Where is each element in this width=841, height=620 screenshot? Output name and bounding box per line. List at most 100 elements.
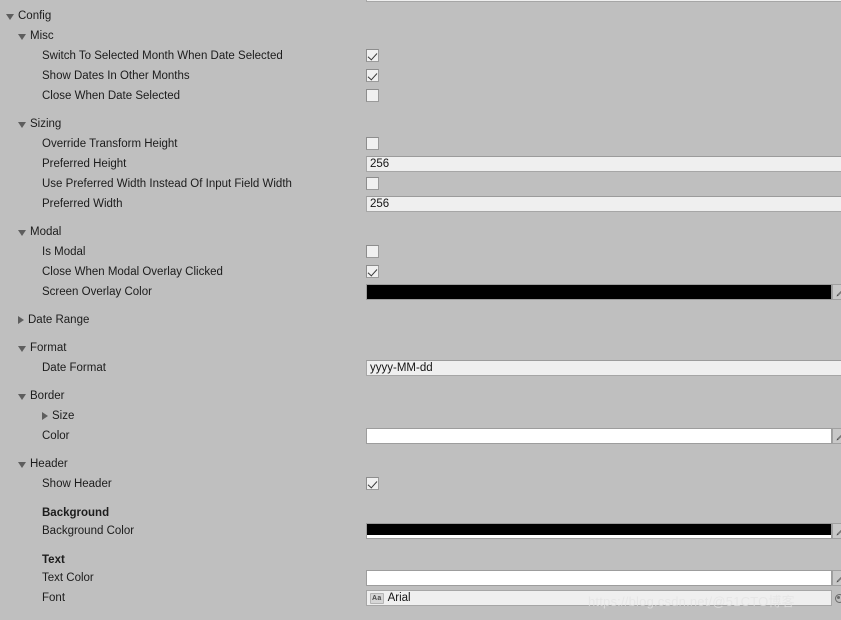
row-header: Header	[0, 454, 841, 474]
eyedropper-icon-border-color[interactable]	[832, 428, 841, 444]
font-asset-icon: Aa	[370, 592, 384, 604]
row-size: Size	[0, 406, 841, 426]
label-override-height: Override Transform Height	[42, 138, 178, 150]
checkbox-show-header[interactable]	[366, 477, 379, 490]
row-preferred-height: Preferred Height 256	[0, 154, 841, 174]
triangle-right-icon[interactable]	[42, 412, 48, 420]
row-text-head: Text	[0, 550, 841, 570]
triangle-right-icon[interactable]	[18, 316, 24, 324]
row-close-on-select: Close When Date Selected	[0, 86, 841, 106]
checkbox-close-on-overlay[interactable]	[366, 265, 379, 278]
label-show-other-months: Show Dates In Other Months	[42, 70, 190, 82]
object-picker-icon-font[interactable]	[832, 590, 841, 606]
triangle-down-icon[interactable]	[18, 462, 26, 468]
label-date-format: Date Format	[42, 362, 106, 374]
label-preferred-height: Preferred Height	[42, 158, 127, 170]
label-preferred-width: Preferred Width	[42, 198, 123, 210]
label-close-on-overlay: Close When Modal Overlay Clicked	[42, 266, 223, 278]
foldout-sizing[interactable]: Sizing	[18, 114, 61, 134]
row-background-color: Background Color	[0, 521, 841, 541]
foldout-header[interactable]: Header	[18, 454, 68, 474]
color-field-overlay-color[interactable]	[366, 284, 832, 300]
label-size: Size	[52, 410, 75, 422]
row-preferred-width: Preferred Width 256	[0, 194, 841, 214]
foldout-size[interactable]: Size	[42, 406, 74, 426]
label-format: Format	[30, 342, 67, 354]
label-use-preferred-w: Use Preferred Width Instead Of Input Fie…	[42, 178, 292, 190]
checkbox-use-preferred-w[interactable]	[366, 177, 379, 190]
row-sizing: Sizing	[0, 114, 841, 134]
label-show-header: Show Header	[42, 478, 112, 490]
row-text-color: Text Color	[0, 568, 841, 588]
object-field-font[interactable]: Aa Arial	[366, 590, 832, 606]
row-is-modal: Is Modal	[0, 242, 841, 262]
foldout-misc[interactable]: Misc	[18, 26, 54, 46]
row-overlay-color: Screen Overlay Color	[0, 282, 841, 302]
triangle-down-icon[interactable]	[6, 14, 14, 20]
triangle-down-icon[interactable]	[18, 346, 26, 352]
label-background-head: Background	[42, 507, 110, 519]
triangle-down-icon[interactable]	[18, 394, 26, 400]
checkbox-is-modal[interactable]	[366, 245, 379, 258]
row-show-header: Show Header	[0, 474, 841, 494]
label-date-range: Date Range	[28, 314, 90, 326]
label-text-color: Text Color	[42, 572, 94, 584]
checkbox-override-height[interactable]	[366, 137, 379, 150]
input-date-format[interactable]: yyyy-MM-dd	[366, 360, 841, 376]
row-border-color: Color	[0, 426, 841, 446]
foldout-modal[interactable]: Modal	[18, 222, 61, 242]
row-use-preferred-w: Use Preferred Width Instead Of Input Fie…	[0, 174, 841, 194]
eyedropper-icon-background-color[interactable]	[832, 523, 841, 539]
color-field-background-color[interactable]	[366, 523, 832, 539]
color-field-text-color[interactable]	[366, 570, 832, 586]
triangle-down-icon[interactable]	[18, 230, 26, 236]
row-background-head: Background	[0, 503, 841, 523]
eyedropper-icon-overlay-color[interactable]	[832, 284, 841, 300]
row-switch-to-month: Switch To Selected Month When Date Selec…	[0, 46, 841, 66]
foldout-format[interactable]: Format	[18, 338, 66, 358]
color-swatch-border-color[interactable]	[367, 429, 831, 443]
object-field-value-font: Arial	[387, 592, 411, 604]
label-close-on-select: Close When Date Selected	[42, 90, 181, 102]
input-preferred-width[interactable]: 256	[366, 196, 841, 212]
label-border: Border	[30, 390, 65, 402]
label-config: Config	[18, 10, 52, 22]
color-swatch-text-color[interactable]	[367, 571, 831, 585]
checkbox-switch-to-month[interactable]	[366, 49, 379, 62]
label-background-color: Background Color	[42, 525, 135, 537]
label-font: Font	[42, 592, 66, 604]
label-overlay-color: Screen Overlay Color	[42, 286, 152, 298]
row-date-format: Date Format yyyy-MM-dd	[0, 358, 841, 378]
row-format: Format	[0, 338, 841, 358]
row-misc: Misc	[0, 26, 841, 46]
color-swatch-overlay-color[interactable]	[367, 285, 831, 299]
label-is-modal: Is Modal	[42, 246, 86, 258]
label-border-color: Color	[42, 430, 70, 442]
row-border: Border	[0, 386, 841, 406]
row-show-other-months: Show Dates In Other Months	[0, 66, 841, 86]
clipped-field-above	[366, 0, 841, 2]
row-close-on-overlay: Close When Modal Overlay Clicked	[0, 262, 841, 282]
row-font: Font Aa Arial	[0, 588, 841, 608]
row-override-height: Override Transform Height	[0, 134, 841, 154]
label-modal: Modal	[30, 226, 62, 238]
row-modal: Modal	[0, 222, 841, 242]
foldout-config[interactable]: Config	[6, 6, 51, 26]
label-switch-to-month: Switch To Selected Month When Date Selec…	[42, 50, 283, 62]
input-preferred-height[interactable]: 256	[366, 156, 841, 172]
label-header: Header	[30, 458, 68, 470]
triangle-down-icon[interactable]	[18, 34, 26, 40]
checkbox-show-other-months[interactable]	[366, 69, 379, 82]
eyedropper-icon-text-color[interactable]	[832, 570, 841, 586]
color-field-border-color[interactable]	[366, 428, 832, 444]
row-config: Config	[0, 6, 841, 26]
foldout-border[interactable]: Border	[18, 386, 65, 406]
row-date-range: Date Range	[0, 310, 841, 330]
label-misc: Misc	[30, 30, 54, 42]
label-sizing: Sizing	[30, 118, 62, 130]
checkbox-close-on-select[interactable]	[366, 89, 379, 102]
label-text-head: Text	[42, 554, 65, 566]
foldout-date-range[interactable]: Date Range	[18, 310, 89, 330]
triangle-down-icon[interactable]	[18, 122, 26, 128]
inspector-panel: Config Misc Switch To Selected Month When …	[0, 0, 841, 620]
